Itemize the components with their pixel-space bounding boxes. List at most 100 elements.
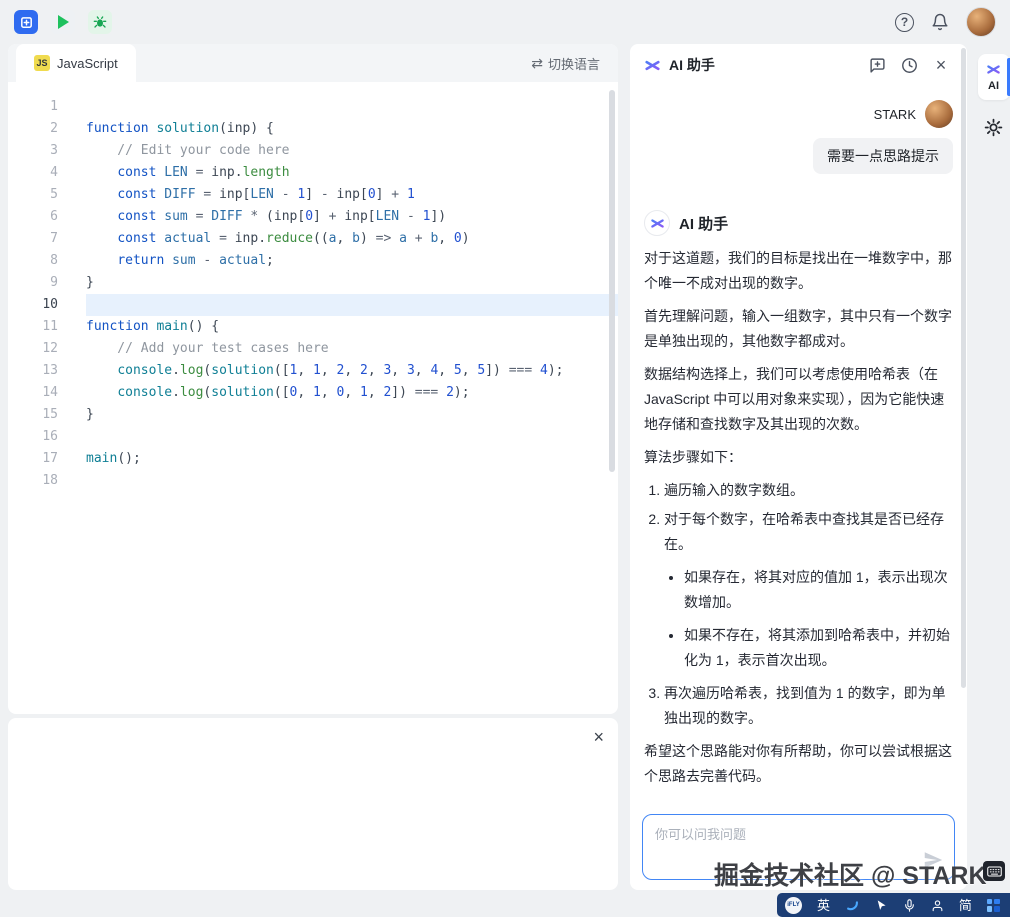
code-line[interactable]: 16 [8,426,618,448]
topbar: ? [0,0,1010,44]
rail-ai-button[interactable]: AI [978,54,1010,100]
code-text: } [86,404,618,426]
code-line[interactable]: 15} [8,404,618,426]
line-number: 13 [8,360,58,382]
ime-user-button[interactable] [931,899,944,912]
code-line[interactable]: 4 const LEN = inp.length [8,162,618,184]
line-number: 10 [8,294,58,316]
new-chat-button[interactable] [865,53,889,77]
code-text: // Add your test cases here [86,338,618,360]
ai-assistant-panel: AI 助手 × STARK 需要一点思路提示 [630,44,967,890]
ime-english-toggle[interactable]: 英 [817,899,830,912]
line-number: 2 [8,118,58,140]
tab-javascript[interactable]: JS JavaScript [16,44,136,82]
topbar-right-actions: ? [895,7,996,37]
switch-language-button[interactable]: ⇄ 切换语言 [513,44,618,82]
user-name: STARK [874,107,916,122]
line-number: 17 [8,448,58,470]
ai-message-body: 对于这道题，我们的目标是找出在一堆数字中，那个唯一不成对出现的数字。首先理解问题… [644,246,953,789]
help-button[interactable]: ? [895,13,914,32]
code-text [86,96,618,118]
code-line[interactable]: 14 console.log(solution([0, 1, 0, 1, 2])… [8,382,618,404]
code-line[interactable]: 5 const DIFF = inp[LEN - 1] - inp[0] + 1 [8,184,618,206]
new-file-button[interactable] [14,10,38,34]
code-line[interactable]: 8 return sum - actual; [8,250,618,272]
code-line[interactable]: 7 const actual = inp.reduce((a, b) => a … [8,228,618,250]
console-panel: × [8,718,618,890]
new-chat-icon [869,57,886,74]
line-number: 3 [8,140,58,162]
line-number: 5 [8,184,58,206]
chat-area: STARK 需要一点思路提示 AI 助手 对于这道题，我们的目标是找出在一堆数字… [630,86,967,798]
line-number: 6 [8,206,58,228]
run-button[interactable] [51,10,75,34]
user-avatar[interactable] [966,7,996,37]
code-line[interactable]: 18 [8,470,618,492]
code-lines: 12function solution(inp) {3 // Edit your… [8,96,618,492]
ai-ordered-list: 遍历输入的数字数组。对于每个数字，在哈希表中查找其是否已经存在。如果存在，将其对… [644,478,953,731]
code-line[interactable]: 9} [8,272,618,294]
code-text: console.log(solution([0, 1, 0, 1, 2]) ==… [86,382,618,404]
ime-logo-badge: iFLY [785,897,802,914]
code-line[interactable]: 6 const sum = DIFF * (inp[0] + inp[LEN -… [8,206,618,228]
code-line[interactable]: 1 [8,96,618,118]
line-number: 16 [8,426,58,448]
topbar-left-actions [14,10,112,34]
ai-list-item: 遍历输入的数字数组。 [664,478,953,503]
line-number: 8 [8,250,58,272]
line-number: 14 [8,382,58,404]
ime-swoosh-button[interactable] [845,898,860,913]
ai-avatar-icon [644,210,670,236]
ime-cursor-button[interactable] [875,899,888,912]
switch-language-label: 切换语言 [548,54,600,73]
app: ? JS JavaScript ⇄ 切换语言 12 function soluti… [0,0,1010,917]
code-line[interactable]: 10 [8,294,618,316]
code-text: } [86,272,618,294]
soft-keyboard-button[interactable] [983,861,1005,881]
history-button[interactable] [897,53,921,77]
code-text: console.log(solution([1, 1, 2, 2, 3, 3, … [86,360,618,382]
rail-tools-button[interactable] [984,118,1003,137]
code-text: function solution(inp) { [86,118,618,140]
ime-logo-button[interactable]: iFLY [785,897,802,914]
line-number: 4 [8,162,58,184]
line-number: 11 [8,316,58,338]
line-number: 15 [8,404,58,426]
ai-paragraph: 数据结构选择上，我们可以考虑使用哈希表（在 JavaScript 中可以用对象来… [644,362,953,437]
ai-panel-title: AI 助手 [669,55,715,75]
rail-ai-label: AI [988,80,999,92]
ai-panel-close-button[interactable]: × [929,53,953,77]
ai-sub-list: 如果存在，将其对应的值加 1，表示出现次数增加。如果不存在，将其添加到哈希表中，… [664,565,953,673]
ai-panel-scrollbar[interactable] [961,48,966,688]
code-text: const actual = inp.reduce((a, b) => a + … [86,228,618,250]
notifications-button[interactable] [931,13,949,31]
javascript-icon: JS [34,55,50,71]
editor-scrollbar[interactable] [609,90,615,472]
bell-icon [931,13,949,31]
bug-icon [92,14,108,30]
line-number: 9 [8,272,58,294]
ime-simplified-toggle[interactable]: 简 [959,899,972,912]
user-message-bubble: 需要一点思路提示 [813,138,953,174]
rail-active-indicator [1007,58,1010,96]
code-text: // Edit your code here [86,140,618,162]
ai-logo-icon [644,57,661,74]
play-icon [58,15,69,29]
code-line[interactable]: 12 // Add your test cases here [8,338,618,360]
code-text: const sum = DIFF * (inp[0] + inp[LEN - 1… [86,206,618,228]
watermark: 掘金技术社区 @ STARK [714,856,987,892]
ai-paragraph: 首先理解问题，输入一组数字，其中只有一个数字是单独出现的，其他数字都成对。 [644,304,953,354]
console-close-button[interactable]: × [593,728,604,746]
debug-button[interactable] [88,10,112,34]
code-editor[interactable]: 12function solution(inp) {3 // Edit your… [8,82,618,714]
code-line[interactable]: 17main(); [8,448,618,470]
code-line[interactable]: 2 function solution(inp) { [8,118,618,140]
code-line[interactable]: 13 console.log(solution([1, 1, 2, 2, 3, … [8,360,618,382]
code-line[interactable]: 3 // Edit your code here [8,140,618,162]
history-icon [901,57,918,74]
code-text [86,470,618,492]
line-number: 12 [8,338,58,360]
ime-menu-button[interactable] [987,899,1000,912]
code-line[interactable]: 11function main() { [8,316,618,338]
ime-voice-button[interactable] [903,899,916,912]
